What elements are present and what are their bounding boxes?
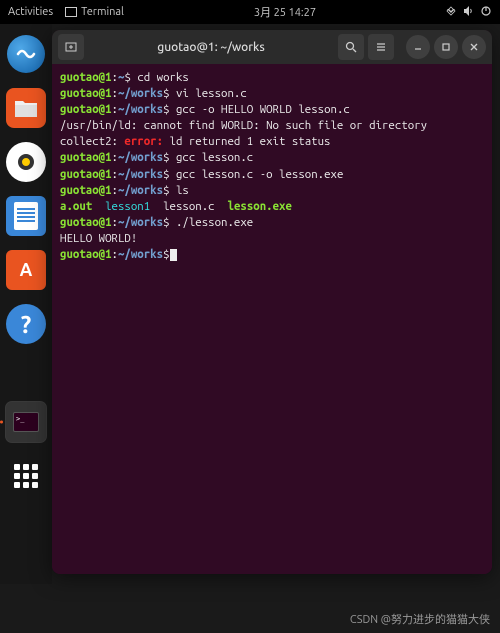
system-tray[interactable]	[446, 5, 492, 20]
dock-app-blue[interactable]	[6, 34, 46, 74]
terminal-line: guotao@1:~/works$ ls	[60, 183, 484, 199]
terminal-line: guotao@1:~/works$	[60, 247, 484, 263]
top-panel: Activities Terminal 3月 25 14:27	[0, 0, 500, 24]
dock: ?	[0, 24, 52, 584]
terminal-content[interactable]: guotao@1:~$ cd worksguotao@1:~/works$ vi…	[52, 64, 492, 574]
terminal-line: guotao@1:~$ cd works	[60, 70, 484, 86]
dock-libreoffice[interactable]	[6, 196, 46, 236]
dock-rhythmbox[interactable]	[6, 142, 46, 182]
close-button[interactable]	[462, 35, 486, 59]
dock-files[interactable]	[6, 88, 46, 128]
dock-software-center[interactable]	[6, 250, 46, 290]
power-icon	[480, 5, 492, 20]
terminal-line: guotao@1:~/works$ gcc lesson.c	[60, 150, 484, 166]
app-menu[interactable]: Terminal	[65, 6, 124, 18]
maximize-button[interactable]	[434, 35, 458, 59]
clock[interactable]: 3月 25 14:27	[124, 4, 446, 20]
volume-icon	[462, 5, 474, 20]
terminal-line: collect2: error: ld returned 1 exit stat…	[60, 134, 484, 150]
terminal-line: guotao@1:~/works$ vi lesson.c	[60, 86, 484, 102]
dock-show-apps[interactable]	[6, 456, 46, 496]
menu-button[interactable]	[368, 34, 394, 60]
dock-terminal[interactable]	[6, 402, 46, 442]
search-button[interactable]	[338, 34, 364, 60]
network-icon	[446, 6, 456, 19]
titlebar: guotao@1: ~/works	[52, 30, 492, 64]
watermark: CSDN @努力进步的猫猫大侠	[350, 611, 490, 627]
terminal-line: guotao@1:~/works$ ./lesson.exe	[60, 215, 484, 231]
terminal-line: guotao@1:~/works$ gcc -o HELLO WORLD les…	[60, 102, 484, 118]
terminal-line: HELLO WORLD!	[60, 231, 484, 247]
new-tab-button[interactable]	[58, 34, 84, 60]
terminal-line: /usr/bin/ld: cannot find WORLD: No such …	[60, 118, 484, 134]
terminal-line: a.out lesson1 lesson.c lesson.exe	[60, 199, 484, 215]
minimize-button[interactable]	[406, 35, 430, 59]
window-title: guotao@1: ~/works	[88, 41, 334, 54]
terminal-window: guotao@1: ~/works guotao@1:~$ cd worksgu…	[52, 30, 492, 574]
terminal-line: guotao@1:~/works$ gcc lesson.c -o lesson…	[60, 167, 484, 183]
activities-button[interactable]: Activities	[8, 6, 53, 18]
dock-help[interactable]: ?	[6, 304, 46, 344]
terminal-icon	[65, 7, 77, 17]
